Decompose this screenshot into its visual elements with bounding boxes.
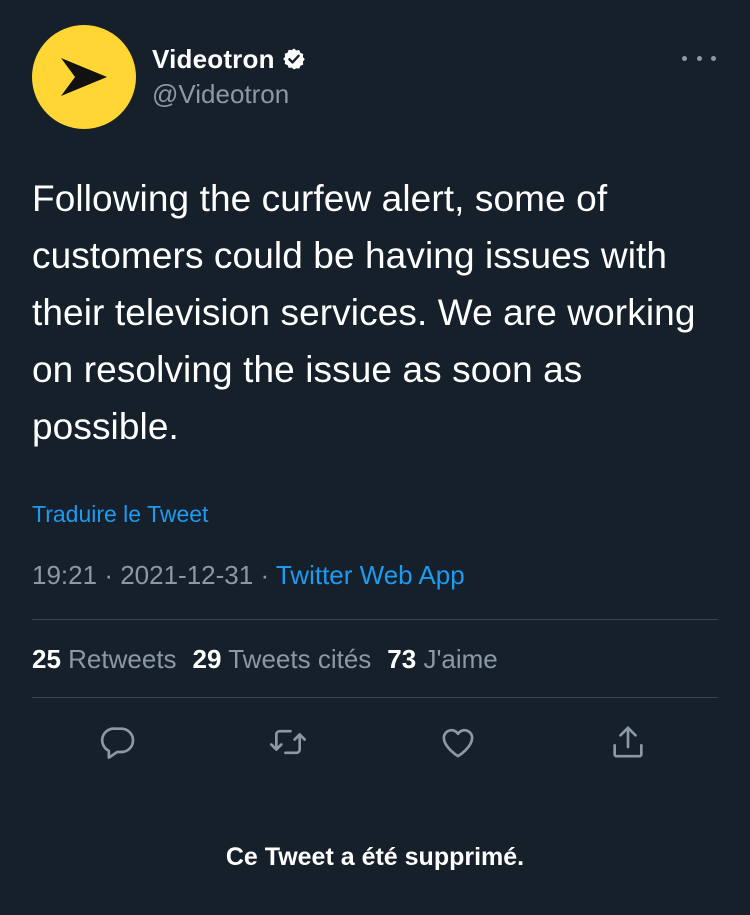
like-button[interactable] xyxy=(438,722,478,762)
share-button[interactable] xyxy=(608,722,648,762)
more-options-icon[interactable] xyxy=(682,48,716,68)
quotes-label: Tweets cités xyxy=(228,644,372,674)
more-dot xyxy=(696,55,702,61)
quotes-stat[interactable]: 29 Tweets cités xyxy=(193,644,372,674)
reply-button[interactable] xyxy=(98,722,138,762)
reply-icon xyxy=(100,727,135,759)
divider xyxy=(32,697,718,698)
quotes-count: 29 xyxy=(192,644,222,674)
more-dot xyxy=(711,55,716,61)
engagement-stats: 25 Retweets 29 Tweets cités 73 J'aime xyxy=(32,644,498,675)
retweet-button[interactable] xyxy=(268,722,308,762)
deleted-tweet-notice: Ce Tweet a été supprimé. xyxy=(225,843,525,871)
share-icon xyxy=(613,726,643,758)
tweet-source-link[interactable]: Twitter Web App xyxy=(276,560,465,590)
user-handle[interactable]: @Videotron xyxy=(152,79,289,110)
translate-tweet-link[interactable]: Traduire le Tweet xyxy=(32,501,208,528)
retweets-count: 25 xyxy=(32,644,61,674)
tweet-time[interactable]: 19:21 xyxy=(32,560,97,590)
meta-separator: · xyxy=(260,560,276,590)
retweets-stat[interactable]: 25 Retweets xyxy=(32,644,177,674)
tweet-text: Following the curfew alert, some of cust… xyxy=(32,178,696,447)
likes-label: J'aime xyxy=(423,644,498,674)
tweet-metadata: 19:21 · 2021-12-31 · Twitter Web App xyxy=(32,560,465,591)
more-dot xyxy=(682,55,687,61)
likes-count: 73 xyxy=(387,644,417,674)
display-name-row: Videotron xyxy=(152,42,306,76)
avatar[interactable] xyxy=(32,25,136,129)
videotron-logo-icon xyxy=(61,58,107,96)
heart-icon xyxy=(442,728,474,758)
meta-separator: · xyxy=(104,560,121,590)
retweet-icon xyxy=(270,729,306,755)
display-name[interactable]: Videotron xyxy=(152,44,275,75)
tweet-date[interactable]: 2021-12-31 xyxy=(120,560,253,590)
retweets-label: Retweets xyxy=(68,644,177,674)
verified-badge-icon xyxy=(282,48,305,70)
divider xyxy=(32,619,718,620)
likes-stat[interactable]: 73 J'aime xyxy=(387,644,497,674)
